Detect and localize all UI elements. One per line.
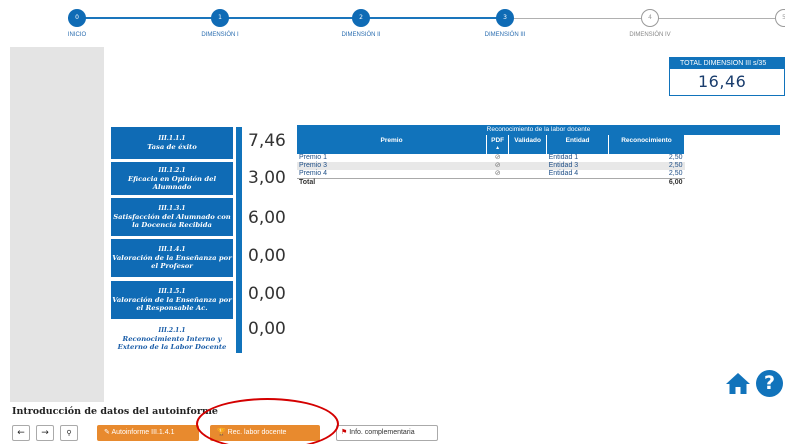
- indicator-III-1-5-1[interactable]: III.1.5.1 Valoración de la Enseñanza por…: [111, 281, 233, 319]
- search-button[interactable]: ⚲: [60, 425, 78, 441]
- step-3-label[interactable]: DIMENSIÓN III: [460, 32, 550, 38]
- cell-validado: [509, 154, 547, 162]
- indicator-III-1-3-1[interactable]: III.1.3.1 Satisfacción del Alumnado con …: [111, 198, 233, 236]
- step-5-dot[interactable]: 5: [775, 9, 785, 27]
- attachment-icon[interactable]: ⊘: [486, 162, 509, 170]
- indicator-name: Valoración de la Enseñanza por el Profes…: [112, 254, 232, 270]
- recognition-table-panel: Reconocimiento de la labor docente Premi…: [297, 125, 780, 187]
- indicator-III-1-4-1[interactable]: III.1.4.1 Valoración de la Enseñanza por…: [111, 239, 233, 277]
- cell-entidad: Entidad 4: [548, 170, 579, 177]
- cell-premio: Premio 4: [299, 170, 328, 177]
- col-header-entidad[interactable]: Entidad: [546, 135, 610, 154]
- home-icon[interactable]: [725, 371, 751, 395]
- indicator-III-1-1-1[interactable]: III.1.1.1 Tasa de éxito: [111, 127, 233, 159]
- info-icon: ⚑: [341, 429, 348, 436]
- table-row[interactable]: Premio 3 ⊘ Entidad 3 2,50: [297, 162, 685, 170]
- indicator-code: III.2.1.1: [158, 327, 186, 334]
- table-row[interactable]: Premio 4 ⊘ Entidad 4 2,50: [297, 170, 685, 179]
- autoinforme-button[interactable]: ✎ Autoinforme III.1.4.1: [97, 425, 199, 441]
- indicator-name: Valoración de la Enseñanza por el Respon…: [112, 296, 232, 312]
- cell-validado: [508, 162, 547, 170]
- step-3-dot[interactable]: 3: [496, 9, 514, 27]
- attachment-icon[interactable]: ⊘: [487, 154, 509, 162]
- section-title: Introducción de datos del autoinforme: [12, 406, 218, 417]
- highlight-annotation: [196, 398, 339, 444]
- indicator-divider-bar: [236, 127, 242, 353]
- attachment-icon[interactable]: ⊘: [487, 170, 509, 179]
- indicator-name: Satisfacción del Alumnado con la Docenci…: [113, 213, 231, 229]
- cell-reconocimiento: 2,50: [608, 162, 685, 170]
- empty-cell: [508, 178, 547, 187]
- indicator-code: III.1.1.1: [158, 135, 186, 142]
- cell-entidad: Entidad 1: [548, 154, 579, 161]
- search-icon: ⚲: [66, 429, 72, 437]
- col-header-pdf-label: PDF: [491, 137, 505, 144]
- back-button[interactable]: ←: [12, 425, 30, 441]
- step-0-dot[interactable]: 0: [68, 9, 86, 27]
- indicator-name: Tasa de éxito: [147, 143, 197, 151]
- stepper-line-pending: [657, 18, 775, 19]
- indicator-code: III.1.2.1: [158, 166, 186, 174]
- indicator-value: 0,00: [248, 284, 286, 304]
- step-2-label[interactable]: DIMENSIÓN II: [316, 32, 406, 38]
- help-icon[interactable]: ?: [756, 370, 783, 397]
- indicator-III-1-2-1[interactable]: III.1.2.1 Eficacia en Opinión del Alumna…: [111, 162, 233, 195]
- col-header-premio[interactable]: Premio: [297, 135, 488, 154]
- stepper-line-pending: [511, 18, 641, 19]
- step-4-dot[interactable]: 4: [641, 9, 659, 27]
- indicator-value: 6,00: [248, 208, 286, 228]
- step-2-dot[interactable]: 2: [352, 9, 370, 27]
- total-dimension-value: 16,46: [698, 72, 747, 91]
- recognition-table: Premio PDF ▲ Validado Entidad Reconocimi…: [297, 135, 685, 187]
- col-header-reconocimiento[interactable]: Reconocimiento: [608, 135, 685, 154]
- step-0-label[interactable]: INICIO: [32, 32, 122, 38]
- step-1-label[interactable]: DIMENSIÓN I: [175, 32, 265, 38]
- indicator-code: III.1.5.1: [158, 288, 186, 295]
- cell-premio: Premio 1: [299, 154, 328, 161]
- info-complementaria-button[interactable]: ⚑ Info. complementaria: [336, 425, 438, 441]
- indicator-value: 7,46: [248, 131, 286, 151]
- empty-cell: [546, 178, 609, 187]
- step-4-label[interactable]: DIMENSIÓN IV: [605, 32, 695, 38]
- cell-entidad: Entidad 3: [546, 162, 609, 170]
- indicator-III-2-1-1[interactable]: III.2.1.1 Reconocimiento Interno y Exter…: [111, 322, 233, 356]
- autoinforme-button-label: Autoinforme III.1.4.1: [111, 429, 175, 436]
- indicator-value: 3,00: [248, 168, 286, 188]
- info-complementaria-label: Info. complementaria: [349, 429, 415, 436]
- cell-validado: [509, 170, 547, 179]
- cell-reconocimiento: 2,50: [668, 170, 683, 177]
- table-row[interactable]: Premio 1 ⊘ Entidad 1 2,50: [297, 154, 685, 162]
- total-label: Total: [297, 178, 487, 187]
- cell-reconocimiento: 2,50: [668, 154, 683, 161]
- indicator-code: III.1.4.1: [158, 246, 186, 253]
- col-header-pdf[interactable]: PDF ▲: [486, 135, 510, 154]
- indicator-value: 0,00: [248, 319, 286, 339]
- indicator-name: Reconocimiento Interno y Externo de la L…: [117, 335, 227, 351]
- table-total-row: Total 6,00: [297, 178, 685, 187]
- total-dimension-title: TOTAL DIMENSION III s/35: [670, 58, 784, 69]
- edit-icon: ✎: [104, 429, 110, 436]
- recognition-table-title: Reconocimiento de la labor docente: [297, 125, 780, 135]
- indicator-name: Eficacia en Opinión del Alumnado: [127, 174, 217, 191]
- forward-button[interactable]: →: [36, 425, 54, 441]
- total-value: 6,00: [608, 178, 685, 187]
- cell-premio: Premio 3: [297, 162, 487, 170]
- step-1-dot[interactable]: 1: [211, 9, 229, 27]
- progress-stepper: 0 1 2 3 4 5 INICIO DIMENSIÓN I DIMENSIÓN…: [0, 0, 785, 45]
- indicator-value: 0,00: [248, 246, 286, 266]
- col-header-validado[interactable]: Validado: [508, 135, 548, 154]
- stepper-line-complete: [68, 17, 502, 19]
- indicator-code: III.1.3.1: [158, 205, 186, 212]
- empty-cell: [486, 178, 509, 187]
- side-panel: [10, 47, 104, 402]
- sort-up-icon: ▲: [495, 145, 501, 151]
- total-dimension-box: TOTAL DIMENSION III s/35 16,46: [669, 57, 785, 96]
